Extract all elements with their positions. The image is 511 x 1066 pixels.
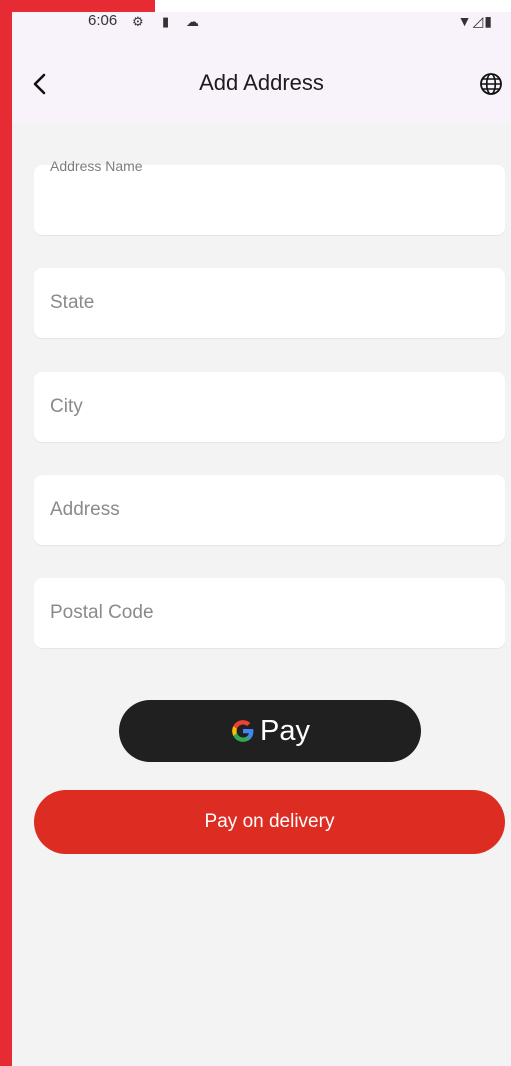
language-button[interactable] xyxy=(479,72,503,96)
state-input[interactable] xyxy=(34,268,505,338)
postal-code-field[interactable] xyxy=(34,578,505,648)
signal-icon: ◿ xyxy=(472,13,485,29)
google-pay-button[interactable]: Pay xyxy=(119,700,421,762)
status-time: 6:06 xyxy=(88,12,118,29)
red-frame-corner xyxy=(0,0,155,12)
address-field[interactable] xyxy=(34,475,505,545)
google-g-icon xyxy=(232,720,254,742)
app-bar: Add Address xyxy=(12,36,511,124)
city-field[interactable] xyxy=(34,372,505,442)
address-name-input[interactable] xyxy=(34,165,505,235)
postal-code-input[interactable] xyxy=(34,578,505,648)
status-right-icons: ▼◿▮ xyxy=(458,13,493,30)
city-input[interactable] xyxy=(34,372,505,442)
pay-on-delivery-button[interactable]: Pay on delivery xyxy=(34,790,505,854)
wifi-icon: ▼ xyxy=(457,13,473,29)
address-input[interactable] xyxy=(34,475,505,545)
sim-card-icon: ▮ xyxy=(162,14,170,29)
status-bar: 6:06 ⚙ ▮ ☁ ▼◿▮ xyxy=(12,12,511,36)
address-name-field[interactable]: Address Name xyxy=(34,158,505,235)
cloud-icon: ☁ xyxy=(186,14,199,29)
settings-icon: ⚙ xyxy=(132,14,144,29)
phone-screen: 6:06 ⚙ ▮ ☁ ▼◿▮ Add Address Address Name xyxy=(12,12,511,1066)
google-pay-label: Pay xyxy=(260,714,310,747)
pay-on-delivery-label: Pay on delivery xyxy=(204,811,335,832)
battery-icon: ▮ xyxy=(484,13,493,29)
page-title: Add Address xyxy=(199,70,324,95)
red-frame-strip xyxy=(0,0,12,1066)
globe-icon xyxy=(480,73,502,95)
state-field[interactable] xyxy=(34,268,505,338)
